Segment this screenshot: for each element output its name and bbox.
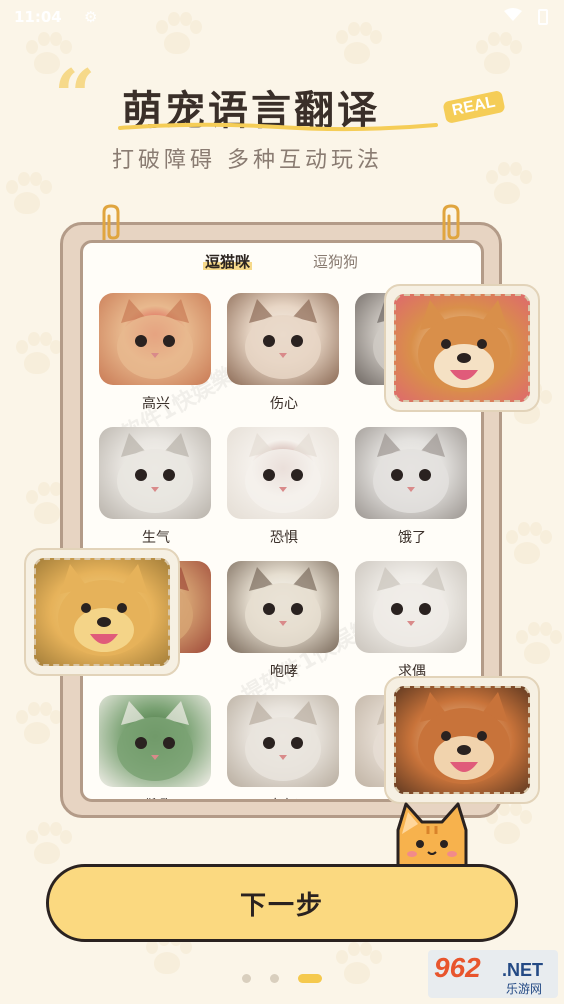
paperclip-icon (442, 204, 460, 242)
cat-face-icon (117, 701, 193, 781)
cat-mood-label: 嘶吼 (99, 795, 213, 799)
paw-icon (470, 30, 524, 84)
cat-photo (355, 427, 467, 519)
page-dot-active (298, 974, 322, 983)
cat-mood-card[interactable]: 嘶吼 (99, 695, 213, 799)
paw-icon (510, 620, 564, 674)
page-dot (242, 974, 251, 983)
site-logo-number: 962 (434, 952, 481, 983)
tab-cat-label: 逗猫咪 (205, 253, 251, 271)
dog-photo-shiba-smile (394, 686, 530, 794)
paw-icon (480, 160, 534, 214)
cat-photo (99, 427, 211, 519)
cat-mood-label: 生气 (142, 530, 170, 546)
tab-bar: 逗猫咪 逗狗狗 (83, 251, 481, 281)
dog-photo-shiba-hat (34, 558, 170, 666)
cat-photo (227, 293, 339, 385)
cat-photo (227, 695, 339, 787)
cat-mood-card[interactable]: 咆哮 (227, 561, 341, 681)
cat-face-icon (245, 701, 321, 781)
cat-face-icon (245, 567, 321, 647)
paw-icon (20, 820, 74, 874)
site-logo: 962 .NET 乐游网 (428, 950, 558, 998)
cat-mascot-icon (396, 802, 468, 872)
tab-dog-label: 逗狗狗 (313, 253, 359, 271)
cat-mood-label: 恐惧 (270, 530, 298, 546)
cat-mood-card[interactable]: 伤心 (227, 293, 341, 413)
dog-face-icon (418, 300, 510, 392)
cat-mood-label: 饿了 (398, 530, 426, 546)
dog-photo-card-shiba-hat (24, 548, 180, 676)
dog-face-icon (418, 692, 510, 784)
status-time: 11:04 (14, 8, 62, 26)
cat-mood-card[interactable]: 恐惧 (227, 427, 341, 547)
paw-icon (330, 940, 384, 994)
cat-mood-card[interactable]: 求偶 (355, 561, 469, 681)
cat-mood-label: 咆哮 (270, 664, 298, 680)
cat-face-icon (373, 433, 449, 513)
cat-mood-card[interactable]: 友好 (227, 695, 341, 799)
real-badge: REAL (442, 90, 506, 124)
cat-mood-card[interactable]: 高兴 (99, 293, 213, 413)
paw-icon (0, 170, 54, 224)
next-step-button[interactable]: 下一步 (46, 864, 518, 942)
wifi-icon (504, 8, 522, 21)
cat-face-icon (245, 299, 321, 379)
site-logo-caption: 乐游网 (506, 982, 543, 996)
dog-photo-card-corgi (384, 284, 540, 412)
next-step-label: 下一步 (239, 890, 324, 921)
cat-photo (99, 293, 211, 385)
cat-face-icon (373, 567, 449, 647)
cat-mood-card[interactable]: 饿了 (355, 427, 469, 547)
paw-icon (10, 330, 64, 384)
paperclip-icon (102, 204, 120, 242)
cat-mood-label: 友好 (227, 795, 341, 799)
title-underline (118, 122, 438, 132)
page-dot (270, 974, 279, 983)
cat-mood-label: 伤心 (270, 396, 298, 412)
cat-face-icon (117, 299, 193, 379)
battery-icon (538, 9, 548, 25)
tab-cat[interactable]: 逗猫咪 (203, 251, 253, 272)
cat-photo (227, 427, 339, 519)
site-logo-suffix: .NET (502, 960, 544, 980)
dog-photo-card-shiba-smile (384, 676, 540, 804)
cat-mood-card[interactable]: 生气 (99, 427, 213, 547)
dog-photo-corgi (394, 294, 530, 402)
cat-photo (99, 695, 211, 787)
paw-icon (10, 700, 64, 754)
paw-icon (500, 520, 554, 574)
cat-photo (355, 561, 467, 653)
dog-face-icon (58, 564, 150, 656)
page-subtitle: 打破障碍 多种互动玩法 (112, 148, 383, 173)
cat-mood-label: 高兴 (142, 396, 170, 412)
gear-icon: ⚙ (84, 8, 98, 26)
cat-face-icon (245, 433, 321, 513)
quote-mark-icon: “ (54, 53, 96, 138)
tab-dog[interactable]: 逗狗狗 (313, 251, 358, 272)
cat-photo (227, 561, 339, 653)
cat-face-icon (117, 433, 193, 513)
status-bar: 11:04 ⚙ (0, 0, 564, 36)
